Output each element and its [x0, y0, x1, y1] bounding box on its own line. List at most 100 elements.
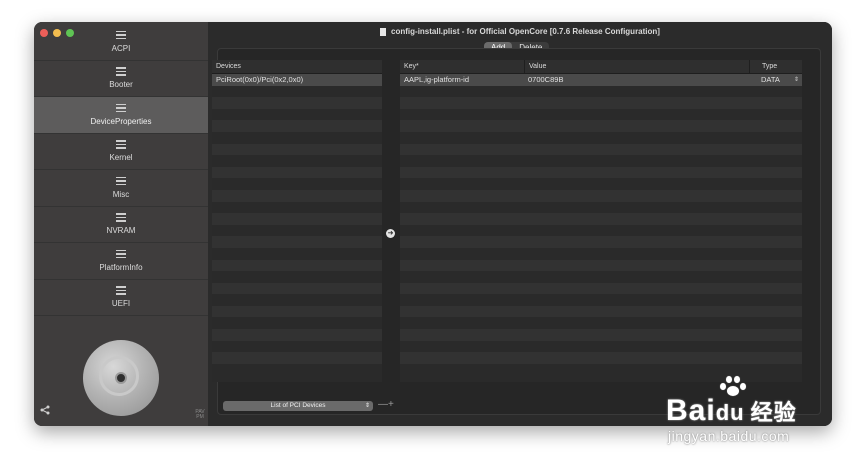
table-row	[212, 97, 382, 109]
sidebar-item-platforminfo[interactable]: PlatformInfo	[34, 243, 208, 280]
table-row	[400, 97, 802, 109]
table-row[interactable]: AAPL,ig-platform-id 0700C89B DATA ⇕	[400, 74, 802, 86]
property-type-label: DATA	[761, 75, 780, 85]
table-row	[212, 166, 382, 179]
table-row	[400, 201, 802, 214]
arrow-right-icon[interactable]: ➜	[386, 229, 395, 238]
chevron-up-down-icon[interactable]: ⇕	[794, 76, 799, 83]
table-row	[212, 143, 382, 156]
table-row	[400, 224, 802, 237]
sidebar-item-uefi[interactable]: UEFI	[34, 280, 208, 316]
properties-table-rows: AAPL,ig-platform-id 0700C89B DATA ⇕	[400, 74, 802, 376]
table-row	[212, 259, 382, 272]
column-header-devices[interactable]: Devices	[212, 63, 241, 70]
table-row	[400, 166, 802, 179]
table-row	[400, 247, 802, 260]
table-row	[400, 213, 802, 225]
table-row	[400, 155, 802, 167]
sidebar-nav: ACPI Booter DeviceProperties Kernel Misc…	[34, 24, 208, 316]
sidebar-item-nvram[interactable]: NVRAM	[34, 207, 208, 243]
column-header-key[interactable]: Key*	[400, 63, 524, 70]
table-row	[400, 85, 802, 98]
table-row	[212, 363, 382, 376]
property-key[interactable]: AAPL,ig-platform-id	[400, 75, 524, 84]
table-row	[212, 352, 382, 364]
table-row	[212, 108, 382, 121]
table-row	[400, 143, 802, 156]
share-icon[interactable]	[40, 405, 50, 418]
sidebar-item-label: ACPI	[111, 43, 131, 53]
title-bar: config-install.plist - for Official Open…	[208, 22, 832, 41]
sidebar-item-label: NVRAM	[106, 226, 136, 236]
sidebar-item-label: Misc	[112, 189, 130, 199]
brand-mark: PAV PM	[195, 409, 205, 420]
sidebar: ACPI Booter DeviceProperties Kernel Misc…	[34, 22, 209, 426]
watermark-brand: Baidu 经验	[666, 394, 797, 427]
sidebar-item-label: DeviceProperties	[90, 116, 152, 126]
table-row	[212, 178, 382, 190]
table-row	[212, 155, 382, 167]
table-row	[400, 294, 802, 306]
table-row	[212, 247, 382, 260]
property-type[interactable]: DATA ⇕	[749, 74, 802, 86]
app-window: ACPI Booter DeviceProperties Kernel Misc…	[34, 22, 832, 426]
table-row	[212, 189, 382, 202]
main-content: config-install.plist - for Official Open…	[208, 22, 832, 426]
sidebar-item-label: Kernel	[109, 153, 133, 163]
device-path: PciRoot(0x0)/Pci(0x2,0x0)	[216, 75, 304, 85]
pci-select-label: List of PCI Devices	[270, 402, 326, 409]
add-button[interactable]: +	[388, 399, 394, 410]
list-icon	[116, 67, 126, 76]
table-row	[212, 294, 382, 306]
list-icon	[116, 249, 126, 259]
table-row	[212, 236, 382, 248]
table-row	[400, 352, 802, 364]
list-icon	[116, 103, 126, 113]
sidebar-item-misc[interactable]: Misc	[34, 170, 208, 207]
property-value[interactable]: 0700C89B	[524, 74, 749, 86]
document-icon	[380, 27, 387, 36]
table-row	[212, 224, 382, 237]
column-header-value[interactable]: Value	[524, 60, 749, 73]
table-row	[212, 85, 382, 98]
sidebar-item-deviceproperties[interactable]: DeviceProperties	[34, 97, 208, 134]
properties-table-header: Key* Value Type	[400, 60, 802, 74]
table-row	[400, 259, 802, 272]
column-header-type[interactable]: Type	[749, 60, 802, 73]
sidebar-item-kernel[interactable]: Kernel	[34, 134, 208, 170]
properties-table: Key* Value Type AAPL,ig-platform-id 0700…	[400, 60, 802, 382]
sidebar-item-label: Booter	[109, 80, 133, 90]
pci-devices-select[interactable]: List of PCI Devices ⇕	[223, 401, 373, 411]
list-icon	[116, 30, 126, 40]
table-row	[212, 305, 382, 318]
table-row	[212, 282, 382, 295]
table-row	[400, 236, 802, 248]
sidebar-item-booter[interactable]: Booter	[34, 61, 208, 97]
table-row	[212, 213, 382, 225]
list-icon	[116, 140, 126, 149]
table-row	[400, 317, 802, 330]
devices-table-rows: PciRoot(0x0)/Pci(0x2,0x0)	[212, 74, 382, 376]
table-row	[212, 340, 382, 353]
remove-button[interactable]: —	[378, 399, 388, 410]
devices-table-header: Devices	[212, 60, 382, 74]
list-icon	[116, 286, 126, 295]
table-row	[400, 108, 802, 121]
sidebar-item-label: UEFI	[111, 299, 131, 309]
table-row	[400, 178, 802, 190]
sidebar-item-acpi[interactable]: ACPI	[34, 24, 208, 61]
table-row	[212, 120, 382, 132]
table-row	[400, 329, 802, 341]
table-row[interactable]: PciRoot(0x0)/Pci(0x2,0x0)	[212, 74, 382, 86]
table-row	[400, 131, 802, 144]
chevron-up-down-icon: ⇕	[364, 403, 370, 409]
table-row	[400, 271, 802, 283]
table-row	[400, 305, 802, 318]
devices-table: Devices PciRoot(0x0)/Pci(0x2,0x0)	[212, 60, 382, 382]
table-row	[212, 329, 382, 341]
table-row	[212, 317, 382, 330]
list-icon	[116, 176, 126, 186]
sidebar-item-label: PlatformInfo	[99, 262, 143, 272]
watermark-url: jingyan.baidu.com	[668, 428, 790, 444]
opencore-disc-icon	[83, 340, 159, 416]
